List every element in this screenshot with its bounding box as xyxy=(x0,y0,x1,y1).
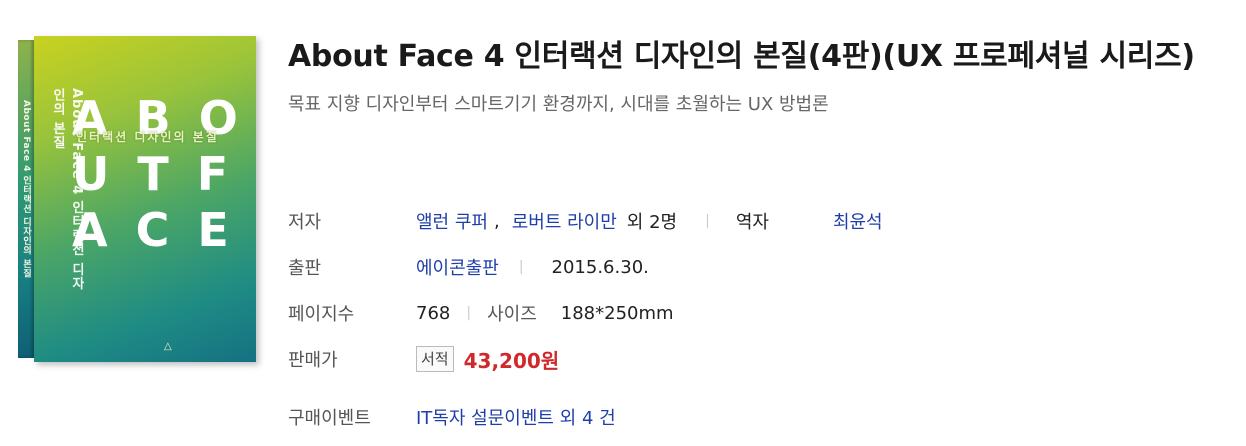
price-label: 판매가 xyxy=(288,350,338,371)
author-extra: 외 2명 xyxy=(626,212,678,233)
cover-letters-row: U T F xyxy=(72,147,235,201)
cover-authors xyxy=(78,336,228,354)
event-link[interactable]: IT독자 설문이벤트 외 4 건 xyxy=(416,404,616,430)
pages-values: 768 | 사이즈 188*250mm xyxy=(416,300,674,326)
author-separator: , xyxy=(493,210,500,232)
divider: | xyxy=(705,213,710,229)
spine-title: About Face 4 인터랙션 디자인의 본질 xyxy=(21,100,31,278)
book-cover[interactable]: About Face 4 인터랙션 디자인의 본질 About Face 4 인… xyxy=(18,36,260,364)
book-info-header: About Face 4 인터랙션 디자인의 본질(4판)(UX 프로페셔널 시… xyxy=(288,34,1238,118)
cover-subtitle: 인터랙션 디자인의 본질 xyxy=(76,130,219,144)
size-label: 사이즈 xyxy=(487,304,537,325)
author-label: 저자 xyxy=(288,212,322,233)
author-link[interactable]: 앨런 쿠퍼 xyxy=(416,208,488,234)
pages-value: 768 xyxy=(416,302,451,324)
publisher-link[interactable]: 에이콘출판 xyxy=(416,254,499,280)
book-subtitle: 목표 지향 디자인부터 스마트기기 환경까지, 시대를 초월하는 UX 방법론 xyxy=(288,94,829,115)
price-value: 43,200원 xyxy=(463,348,560,373)
translator-label: 역자 xyxy=(735,212,769,233)
publisher-label: 출판 xyxy=(288,258,322,279)
price-values: 서적 43,200원 xyxy=(416,345,559,374)
event-label: 구매이벤트 xyxy=(288,408,371,429)
divider: | xyxy=(466,305,472,321)
author-link[interactable]: 로버트 라이만 xyxy=(512,208,617,234)
book-spine: About Face 4 인터랙션 디자인의 본질 xyxy=(18,40,34,358)
publisher-logo-icon: △ xyxy=(164,341,172,352)
cover-letters-row: A C E xyxy=(72,203,235,257)
format-badge: 서적 xyxy=(416,346,454,372)
event-values: IT독자 설문이벤트 외 4 건 xyxy=(416,404,616,430)
book-cover-front: About Face 4 인터랙션 디자인의 본질 A B O U T F A … xyxy=(34,36,256,362)
book-title[interactable]: About Face 4 인터랙션 디자인의 본질(4판)(UX 프로페셔널 시… xyxy=(288,34,1238,80)
pages-label: 페이지수 xyxy=(288,304,355,325)
publisher-mark xyxy=(46,54,106,66)
publisher-values: 에이콘출판 | 2015.6.30. xyxy=(416,254,649,280)
translator-link[interactable]: 최윤석 xyxy=(833,208,883,234)
size-value: 188*250mm xyxy=(560,302,674,324)
author-values: 앨런 쿠퍼 , 로버트 라이만 외 2명 | 역자 최윤석 xyxy=(416,208,883,234)
publish-date: 2015.6.30. xyxy=(551,256,649,278)
cover-big-letters: A B O U T F A C E xyxy=(72,90,252,258)
divider: | xyxy=(518,259,524,275)
